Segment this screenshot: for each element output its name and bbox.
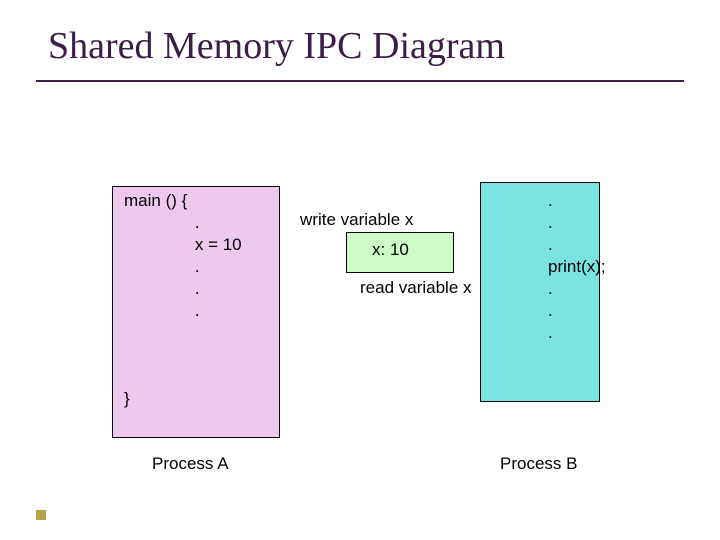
process-a-code: main () { . x = 10 . . . } xyxy=(124,190,284,410)
process-a-caption: Process A xyxy=(152,454,229,474)
write-operation-label: write variable x xyxy=(300,210,413,230)
process-b-code: . . . print(x); . . . xyxy=(548,190,648,344)
process-b-caption: Process B xyxy=(500,454,577,474)
shared-value-label: x: 10 xyxy=(372,240,409,260)
page-title: Shared Memory IPC Diagram xyxy=(48,24,505,68)
footer-bullet-icon xyxy=(36,510,46,520)
title-underline xyxy=(36,80,684,82)
read-operation-label: read variable x xyxy=(360,278,472,298)
